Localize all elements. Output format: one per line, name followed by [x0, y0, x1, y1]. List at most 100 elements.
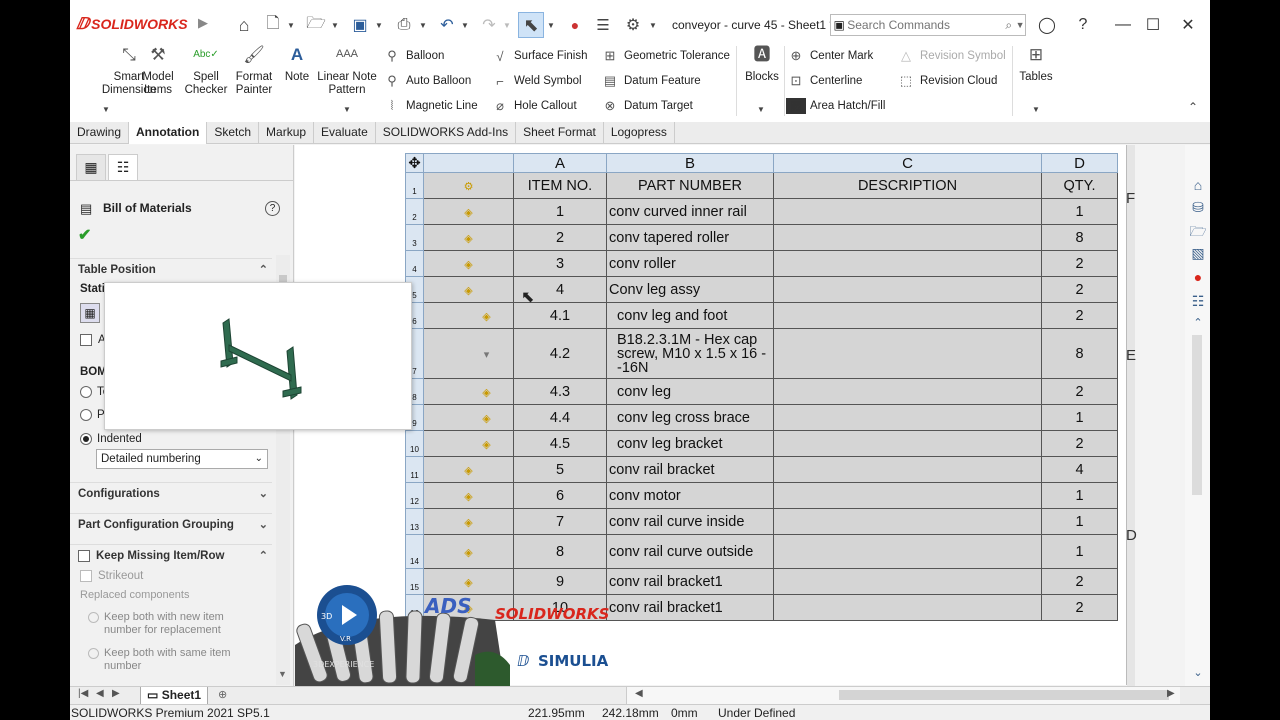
column-header[interactable]: C [773, 153, 1042, 173]
surface-finish-button[interactable]: √ Surface Finish [490, 46, 587, 66]
options-gear-icon[interactable]: ⚙ [622, 12, 644, 38]
row-number[interactable]: 2 [405, 198, 424, 225]
add-sheet-icon[interactable]: ⊕ [218, 688, 227, 701]
design-library-icon[interactable]: ⛁ [1188, 197, 1208, 217]
table-position-section[interactable]: Table Position ⌃ [70, 258, 272, 280]
item-number-cell[interactable]: 4.3 [513, 378, 607, 405]
undo-dropdown-icon[interactable]: ▼ [460, 12, 470, 38]
blocks-button[interactable]: 🅰 Blocks [742, 46, 782, 84]
table-header-row[interactable]: 1 ⚙ ITEM NO. PART NUMBER DESCRIPTION QTY… [405, 172, 1118, 199]
description-cell[interactable] [773, 456, 1042, 483]
qty-cell[interactable]: 2 [1041, 594, 1118, 621]
qty-cell[interactable]: 2 [1041, 568, 1118, 595]
revision-cloud-button[interactable]: ⬚ Revision Cloud [896, 71, 998, 91]
bom-table[interactable]: ✥ A B C D 1 ⚙ ITEM NO. PART NUMBER DESCR… [405, 153, 1118, 621]
undo-icon[interactable]: ↶ [436, 12, 458, 38]
table-row[interactable]: 6 ◈ 4.1 conv leg and foot 2 [405, 302, 1118, 329]
table-move-handle-icon[interactable]: ✥ [405, 153, 424, 173]
column-header[interactable] [423, 153, 514, 173]
row-number[interactable]: 3 [405, 224, 424, 251]
file-explorer-icon[interactable]: 🗁 [1188, 221, 1208, 241]
part-number-cell[interactable]: conv roller [606, 250, 774, 277]
table-row[interactable]: 13 ◈ 7 conv rail curve inside 1 [405, 508, 1118, 535]
table-row[interactable]: 7 ▾ 4.2 B18.2.3.1M - Hex cap screw, M10 x 1… [405, 328, 1118, 379]
table-anchor-icon[interactable]: ▦ [80, 303, 100, 323]
scroll-down-icon[interactable]: ▼ [278, 669, 287, 679]
tab-sheet-format[interactable]: Sheet Format [516, 122, 604, 144]
collapse-icon[interactable]: ⌃ [259, 545, 268, 567]
item-number-cell[interactable]: 4.4 [513, 404, 607, 431]
smart-dimension-dropdown-icon[interactable]: ▼ [102, 105, 110, 114]
description-cell[interactable] [773, 508, 1042, 535]
collapse-ribbon-icon[interactable]: ⌃ [1188, 100, 1198, 114]
revision-symbol-button[interactable]: △ Revision Symbol [896, 46, 1006, 66]
part-number-cell[interactable]: conv leg and foot [606, 302, 774, 329]
expand-icon[interactable]: ⌄ [259, 514, 268, 536]
tab-drawing[interactable]: Drawing [70, 122, 130, 144]
model-items-button[interactable]: ⚒ Model Items [140, 46, 176, 97]
part-number-cell[interactable]: conv motor [606, 482, 774, 509]
save-dropdown-icon[interactable]: ▼ [374, 12, 384, 38]
description-cell[interactable] [773, 568, 1042, 595]
description-cell[interactable] [773, 250, 1042, 277]
table-row[interactable]: 12 ◈ 6 conv motor 1 [405, 482, 1118, 509]
rebuild-icon[interactable]: ● [564, 12, 586, 38]
tab-sketch[interactable]: Sketch [207, 122, 260, 144]
tables-dropdown-icon[interactable]: ▼ [1032, 105, 1040, 114]
solidworks-logo[interactable]: ⅅ SOLIDWORKS [76, 14, 188, 34]
description-cell[interactable] [773, 594, 1042, 621]
part-number-cell[interactable]: conv rail bracket1 [606, 568, 774, 595]
geometric-tolerance-button[interactable]: ⊞ Geometric Tolerance [600, 46, 730, 66]
tab-evaluate[interactable]: Evaluate [314, 122, 376, 144]
qty-cell[interactable]: 2 [1041, 302, 1118, 329]
qty-cell[interactable]: 1 [1041, 482, 1118, 509]
keep-new-number-radio[interactable]: Keep both with new item number for repla… [88, 611, 238, 637]
part-number-cell[interactable]: Conv leg assy [606, 276, 774, 303]
scrollbar-thumb[interactable] [839, 690, 1169, 700]
description-cell[interactable] [773, 302, 1042, 329]
item-number-cell[interactable]: 4.2 [513, 328, 607, 379]
part-config-grouping-section[interactable]: Part Configuration Grouping ⌄ [70, 513, 272, 535]
keep-missing-checkbox[interactable] [78, 549, 90, 562]
qty-cell[interactable]: 4 [1041, 456, 1118, 483]
description-cell[interactable] [773, 404, 1042, 431]
part-number-cell[interactable]: B18.2.3.1M - Hex cap screw, M10 x 1.5 x … [606, 328, 774, 379]
item-number-cell[interactable]: 8 [513, 534, 607, 569]
maximize-button[interactable]: ☐ [1140, 12, 1166, 38]
numbering-select[interactable]: Detailed numbering ⌄ [96, 449, 268, 469]
part-number-cell[interactable]: conv tapered roller [606, 224, 774, 251]
part-number-cell[interactable]: conv rail curve outside [606, 534, 774, 569]
linear-note-pattern-button[interactable]: AAA Linear Note Pattern [316, 48, 378, 97]
qty-cell[interactable]: 1 [1041, 198, 1118, 225]
tab-addins[interactable]: SOLIDWORKS Add-Ins [376, 122, 517, 144]
blocks-dropdown-icon[interactable]: ▼ [757, 105, 765, 114]
account-icon[interactable]: ◯ [1034, 12, 1060, 38]
part-number-cell[interactable]: conv rail curve inside [606, 508, 774, 535]
note-button[interactable]: A Note [282, 46, 312, 84]
new-document-icon[interactable]: 🗋 [262, 12, 284, 38]
qty-cell[interactable]: 2 [1041, 430, 1118, 457]
home-icon[interactable]: ⌂ [232, 12, 256, 38]
qty-cell[interactable]: 1 [1041, 534, 1118, 569]
table-row[interactable]: 2 ◈ 1 conv curved inner rail 1 [405, 198, 1118, 225]
description-cell[interactable] [773, 276, 1042, 303]
magnetic-line-button[interactable]: ⦚ Magnetic Line [382, 96, 478, 116]
redo-icon[interactable]: ↷ [478, 12, 500, 38]
first-sheet-icon[interactable]: |◀ [78, 688, 88, 699]
item-number-cell[interactable]: 5 [513, 456, 607, 483]
table-row[interactable]: 4 ◈ 3 conv roller 2 [405, 250, 1118, 277]
row-number[interactable]: 13 [405, 508, 424, 535]
part-number-cell[interactable]: conv leg cross brace [606, 404, 774, 431]
item-number-cell[interactable]: 2 [513, 224, 607, 251]
tables-button[interactable]: ⊞ Tables [1016, 46, 1056, 84]
search-input[interactable] [847, 18, 1003, 32]
vertical-scrollbar-thumb[interactable] [1192, 335, 1202, 495]
table-row[interactable]: 14 ◈ 8 conv rail curve outside 1 [405, 534, 1118, 569]
datum-feature-button[interactable]: ▤ Datum Feature [600, 71, 701, 91]
print-icon[interactable]: ⎙ [392, 12, 416, 38]
qty-cell[interactable]: 2 [1041, 250, 1118, 277]
row-number[interactable]: 12 [405, 482, 424, 509]
row-number[interactable]: 11 [405, 456, 424, 483]
close-button[interactable]: ✕ [1175, 12, 1201, 38]
search-dropdown-icon[interactable]: ▼ [1015, 20, 1025, 30]
